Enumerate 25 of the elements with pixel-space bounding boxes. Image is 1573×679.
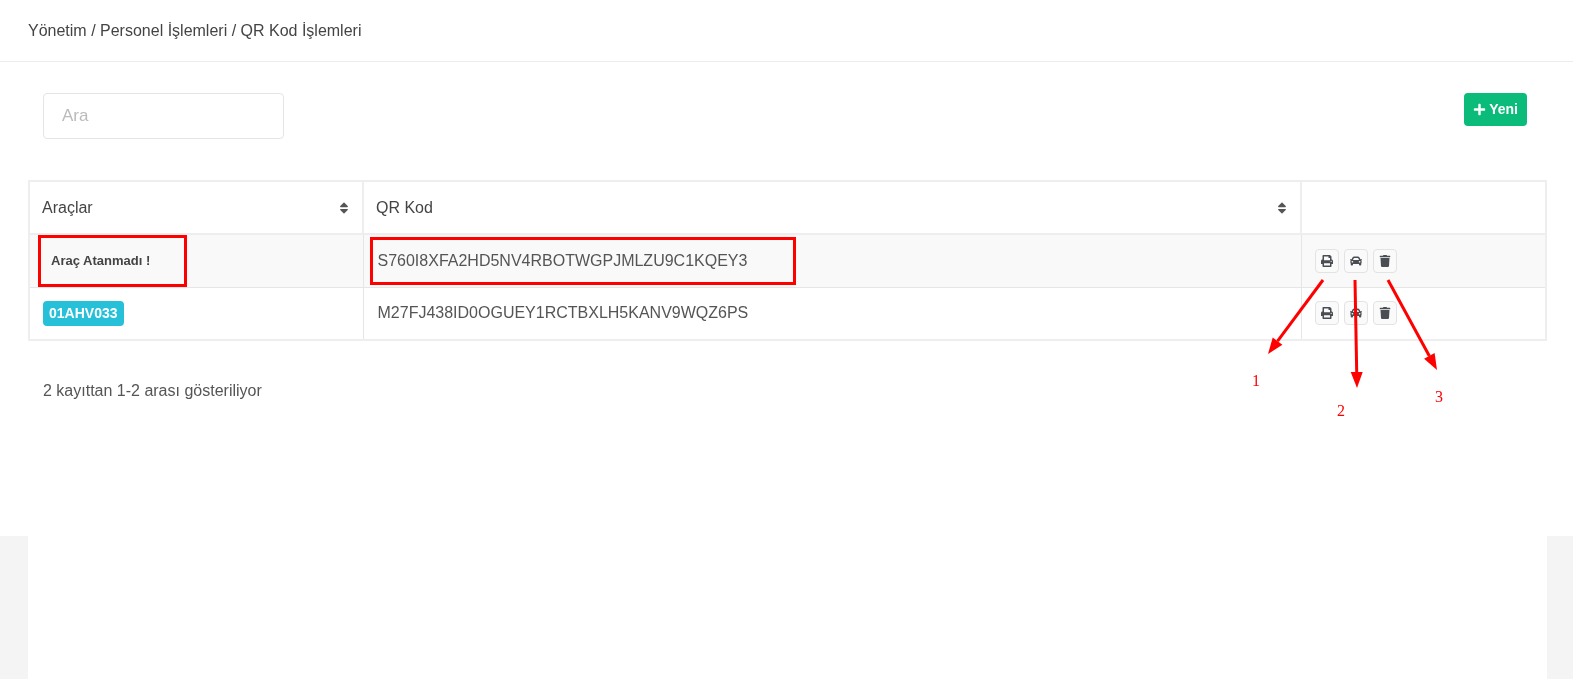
- annotation-number: 2: [1337, 401, 1345, 421]
- column-header[interactable]: Araçlar: [29, 181, 363, 234]
- printer-icon: [1320, 254, 1333, 267]
- car-button[interactable]: [1343, 301, 1368, 326]
- trash-icon: [1378, 254, 1391, 267]
- column-header[interactable]: QR Kod: [363, 181, 1301, 234]
- print-button[interactable]: [1314, 301, 1339, 326]
- car-icon: [1349, 254, 1362, 267]
- printer-icon: [1320, 307, 1333, 320]
- delete-button[interactable]: [1372, 248, 1397, 273]
- search-field[interactable]: Ara: [43, 93, 284, 139]
- record-count: 2 kayıttan 1-2 arası gösteriliyor: [43, 382, 262, 399]
- vehicle-status: Araç Atanmadı !: [38, 235, 187, 287]
- vehicle-badge: 01AHV033: [43, 300, 124, 326]
- annotation-number: 1: [1252, 371, 1260, 391]
- trash-icon: [1378, 307, 1391, 320]
- breadcrumb: Yönetim / Personel İşlemleri / QR Kod İşlemleri: [28, 20, 362, 41]
- car-icon: [1349, 307, 1362, 320]
- qr-code: S760I8XFA2HD5NV4RBOTWGPJMLZU9C1KQEY3: [369, 236, 796, 285]
- annotation-number: 3: [1435, 387, 1443, 407]
- plus-icon: [1473, 103, 1487, 116]
- print-button[interactable]: [1314, 248, 1339, 273]
- delete-button[interactable]: [1372, 301, 1397, 326]
- car-button[interactable]: [1343, 248, 1368, 273]
- qr-code: M27FJ438ID0OGUEY1RCTBXLH5KANV9WQZ6PS: [376, 303, 750, 324]
